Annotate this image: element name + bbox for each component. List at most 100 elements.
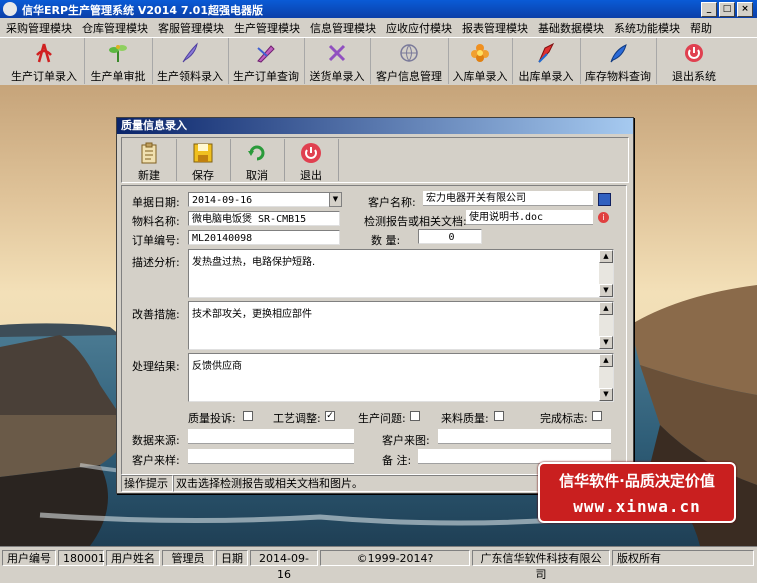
result-scrollbar[interactable]: ▲ ▼ [599,354,613,401]
plant-icon [109,45,127,62]
status-company: 广东信华软件科技有限公司 [472,550,610,581]
status-copyright: ©1999-2014? [320,550,470,566]
toolbar-customer-info[interactable]: 客户信息管理 [370,38,449,84]
date-input[interactable]: 2014-09-16 [188,192,340,207]
quality-form: 单据日期: 2014-09-16 ▼ 客户名称: 宏力电器开关有限公司 物料名称… [121,185,627,475]
toolbar-material-issue[interactable]: 生产领料录入 [152,38,229,84]
incoming-quality-checkbox[interactable] [494,411,504,421]
result-label: 处理结果: [132,360,180,373]
toolbar-stock-query[interactable]: 库存物料查询 [580,38,657,84]
power-icon [301,143,321,163]
quantity-label: 数 量: [371,234,401,247]
floppy-icon [193,143,213,163]
improvement-scrollbar[interactable]: ▲ ▼ [599,302,613,349]
material-input[interactable]: 微电脑电饭煲 SR-CMB15 [188,211,340,226]
pen-red-icon [538,42,555,63]
pen-tool-icon [257,45,275,63]
hint-label: 操作提示 [121,475,173,492]
result-textarea[interactable]: 反馈供应商 ▲ ▼ [188,353,614,402]
menu-help[interactable]: 帮助 [684,18,716,36]
production-issue-label: 生产问题: [358,412,406,425]
menu-bar: 采购管理模块 仓库管理模块 客服管理模块 生产管理模块 信息管理模块 应收应付模… [0,18,757,36]
app-icon [3,2,17,16]
menu-warehouse[interactable]: 仓库管理模块 [76,18,152,36]
quantity-input[interactable]: 0 [418,229,482,244]
status-date-label: 日期 [216,550,248,566]
promo-banner: 信华软件·品质决定价值 www.xinwa.cn [538,462,736,523]
window-title: 信华ERP生产管理系统 V2014 7.01超强电器版 [22,4,263,17]
close-button[interactable]: × [737,2,753,17]
toolbar-delivery-entry[interactable]: 送货单录入 [304,38,371,84]
customer-sample-input[interactable] [188,449,354,464]
note-label: 备 注: [382,454,412,467]
quill-icon [610,44,627,63]
menu-system[interactable]: 系统功能模块 [608,18,684,36]
description-text: 发热盘过热，电路保护短路. [192,257,316,268]
result-text: 反馈供应商 [192,361,242,372]
customer-drawing-input[interactable] [438,429,611,444]
new-button[interactable]: 新建 [122,139,177,182]
menu-reports[interactable]: 报表管理模块 [456,18,532,36]
menu-service[interactable]: 客服管理模块 [152,18,228,36]
production-issue-checkbox[interactable] [410,411,420,421]
window-titlebar: 信华ERP生产管理系统 V2014 7.01超强电器版 _ □ × [0,0,757,18]
improvement-text: 技术部攻关，更换相应部件 [192,309,312,320]
process-adjust-label: 工艺调整: [273,412,321,425]
improvement-textarea[interactable]: 技术部攻关，更换相应部件 ▲ ▼ [188,301,614,350]
toolbar-production-order-entry[interactable]: 生产订单录入 [4,38,85,84]
menu-production[interactable]: 生产管理模块 [228,18,304,36]
toolbar-exit-system[interactable]: 退出系统 [656,38,732,84]
status-rights: 版权所有 [612,550,754,566]
lookup-icon[interactable] [598,193,611,206]
customer-drawing-label: 客户来图: [382,434,430,447]
menu-basedata[interactable]: 基础数据模块 [532,18,608,36]
quality-complaint-checkbox[interactable] [243,411,253,421]
status-user-name-label: 用户姓名 [106,550,160,566]
chevron-down-icon[interactable]: ▼ [329,192,342,207]
menu-receivable[interactable]: 应收应付模块 [380,18,456,36]
order-input[interactable]: ML20140098 [188,230,340,245]
toolbar-inbound-entry[interactable]: 入库单录入 [448,38,513,84]
incoming-quality-label: 来料质量: [441,412,489,425]
flower-icon [471,44,489,62]
description-label: 描述分析: [132,256,180,269]
clipboard-icon [141,142,157,164]
customer-label: 客户名称: [368,196,416,209]
status-date: 2014-09-16 [250,550,318,581]
description-textarea[interactable]: 发热盘过热，电路保护短路. ▲ ▼ [188,249,614,298]
status-user-no: 180001 [58,550,105,566]
info-icon[interactable]: i [598,212,609,223]
banner-url: www.xinwa.cn [573,497,701,516]
customer-sample-label: 客户来样: [132,454,180,467]
crossed-tools-icon [328,44,346,62]
feather-icon [182,42,198,63]
order-label: 订单编号: [132,234,180,247]
quality-complaint-label: 质量投诉: [188,412,236,425]
date-label: 单据日期: [132,196,180,209]
status-user-no-label: 用户编号 [2,550,56,566]
improvement-label: 改善措施: [132,308,180,321]
data-source-input[interactable] [188,429,354,444]
toolbar-production-approval[interactable]: 生产单审批 [84,38,153,84]
menu-information[interactable]: 信息管理模块 [304,18,380,36]
save-button[interactable]: 保存 [176,139,231,182]
complete-flag-checkbox[interactable] [592,411,602,421]
customer-input[interactable]: 宏力电器开关有限公司 [423,191,593,206]
status-bar: 用户编号 180001 用户姓名 管理员 日期 2014-09-16 ©1999… [0,546,757,581]
toolbar-order-query[interactable]: 生产订单查询 [228,38,305,84]
material-label: 物料名称: [132,215,180,228]
minimize-button[interactable]: _ [701,2,717,17]
process-adjust-checkbox[interactable]: ✓ [325,411,335,421]
menu-purchase[interactable]: 采购管理模块 [0,18,76,36]
toolbar-outbound-entry[interactable]: 出库单录入 [512,38,581,84]
maximize-button[interactable]: □ [719,2,735,17]
quality-entry-dialog: 质量信息录入 新建 保存 取消 退出 单据日期: 2014-09-16 ▼ 客户… [116,117,634,494]
report-input[interactable]: 使用说明书.doc [466,210,593,225]
complete-flag-label: 完成标志: [540,412,588,425]
exit-button[interactable]: 退出 [284,139,339,182]
dialog-title: 质量信息录入 [117,118,633,134]
data-source-label: 数据来源: [132,434,180,447]
report-label: 检测报告或相关文档: [364,215,467,228]
cancel-button[interactable]: 取消 [230,139,285,182]
description-scrollbar[interactable]: ▲ ▼ [599,250,613,297]
